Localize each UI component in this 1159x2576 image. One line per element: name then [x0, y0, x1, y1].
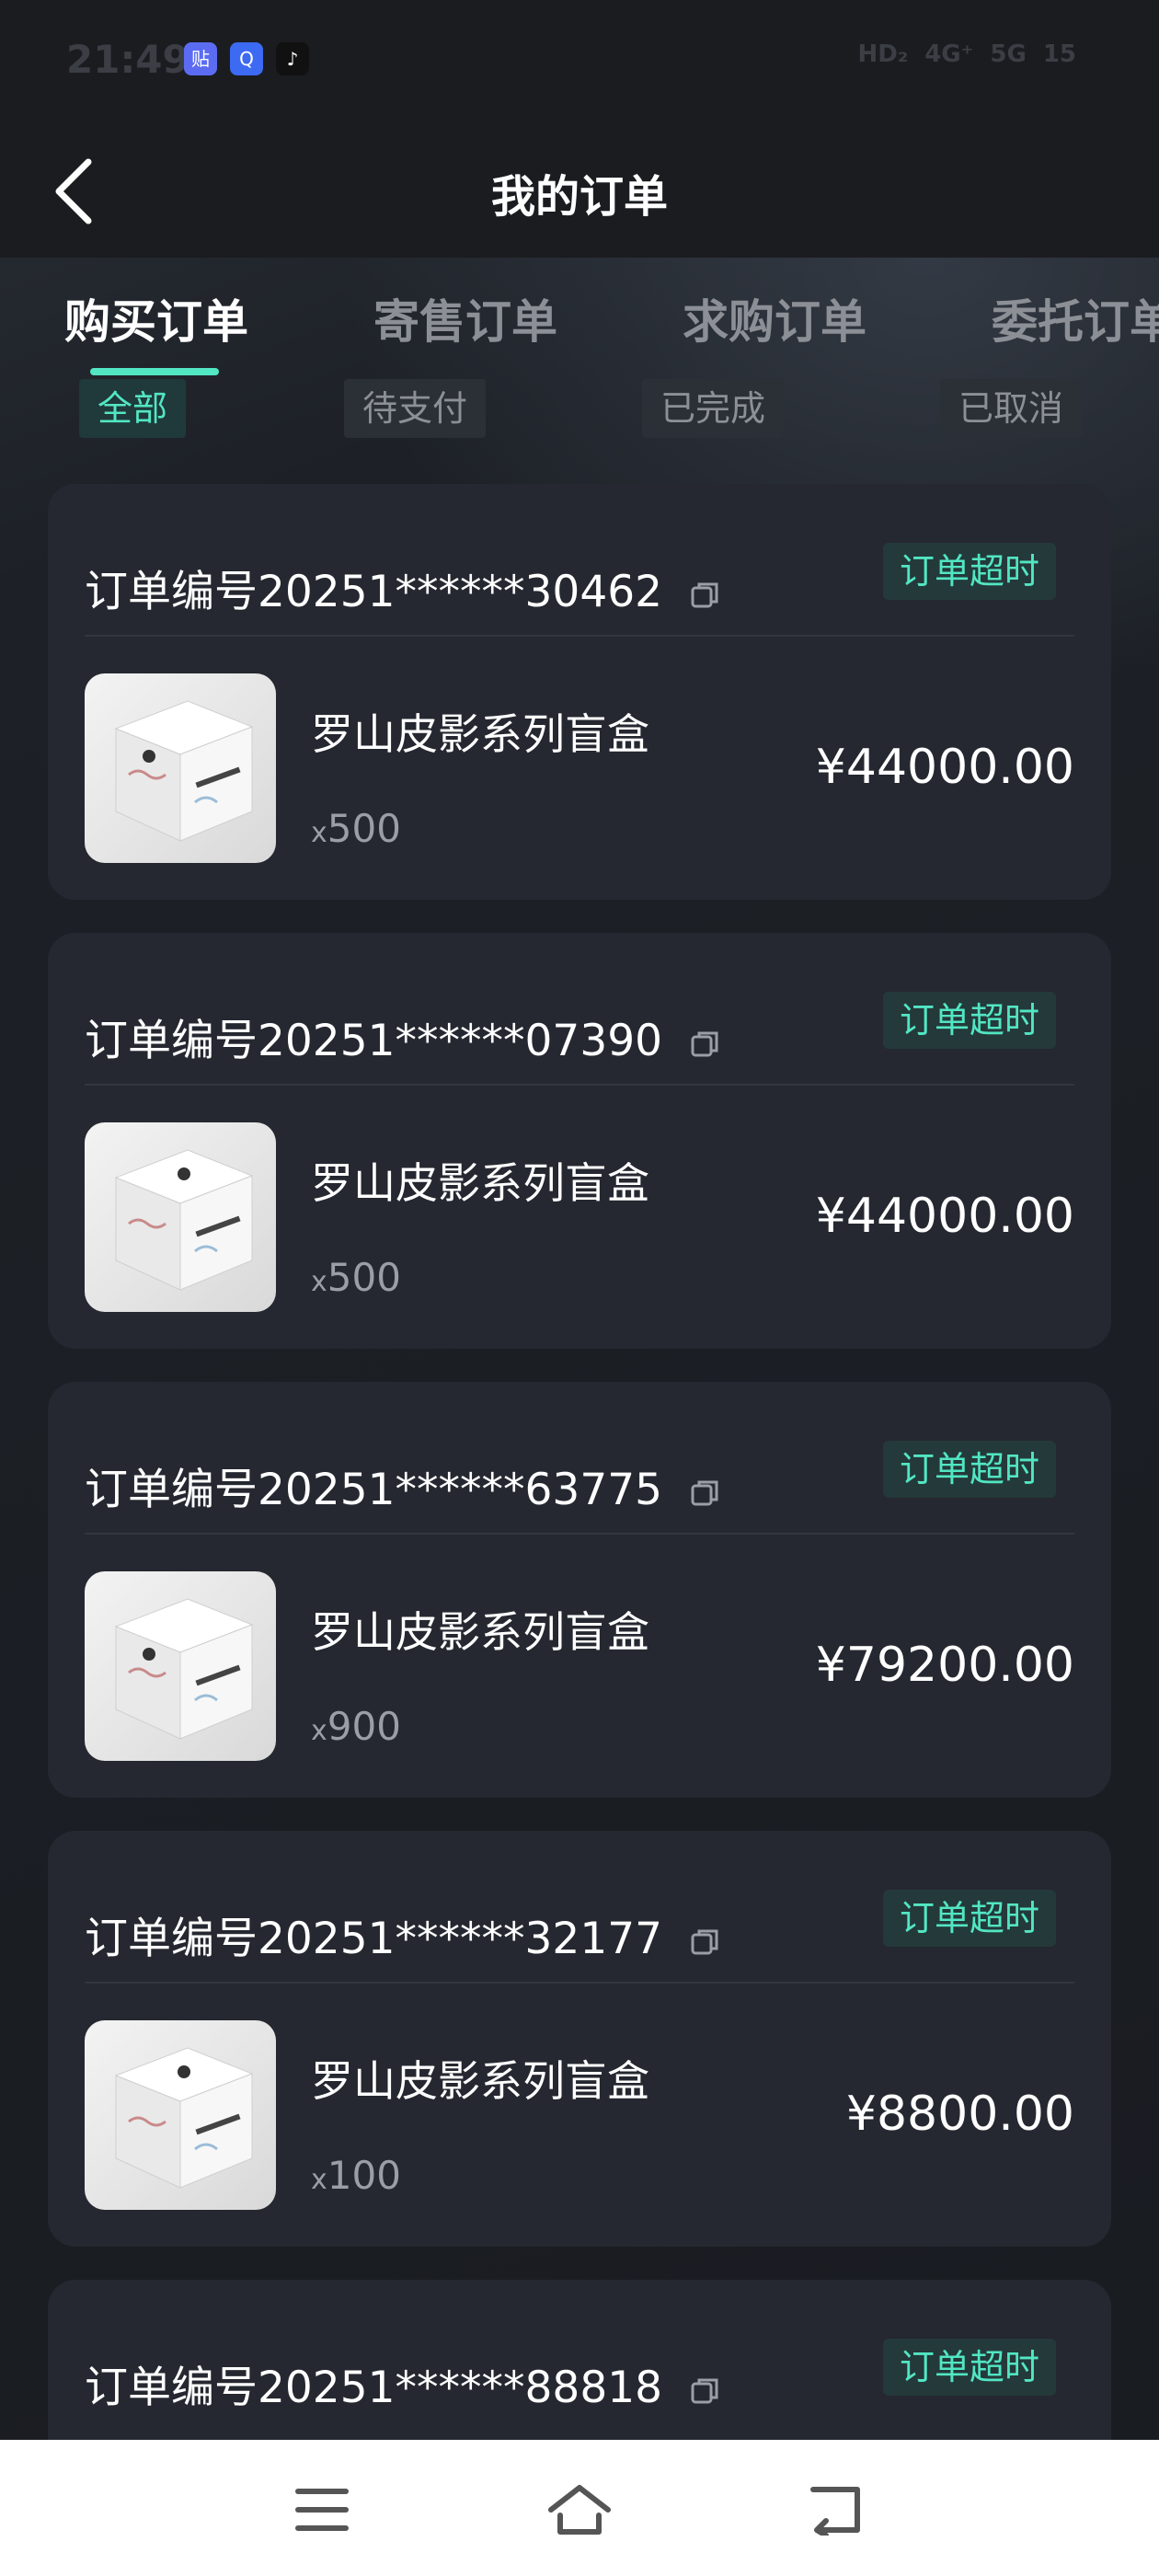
status-bar: 21:49 贴 Q ♪ HD₂ 4G⁺ 5G 15 [0, 0, 1159, 129]
active-tab-indicator [90, 368, 219, 375]
quantity-value: 100 [327, 2153, 401, 2198]
order-number: 订单编号20251******30462 [85, 556, 722, 619]
page-title: 我的订单 [490, 171, 668, 223]
order-number: 订单编号20251******07390 [85, 1005, 722, 1068]
status-badge: 订单超时 [882, 543, 1056, 600]
quantity: x500 [311, 1255, 401, 1300]
status-badge: 订单超时 [882, 992, 1056, 1049]
order-number: 订单编号20251******63775 [85, 1454, 722, 1517]
tab-purchase-orders[interactable]: 购买订单 [64, 285, 248, 351]
status-app-icons: 贴 Q ♪ [184, 42, 309, 75]
menu-icon [295, 2489, 349, 2531]
order-number-text: 订单编号20251******30462 [85, 567, 663, 617]
back-nav-button[interactable] [800, 2473, 874, 2547]
status-filter-tabs: 全部 待支付 已完成 已取消 [0, 379, 1159, 438]
divider [85, 1982, 1074, 1984]
filter-completed[interactable]: 已完成 [642, 379, 785, 438]
price: ¥79200.00 [815, 1638, 1074, 1693]
filter-cancelled[interactable]: 已取消 [940, 379, 1083, 438]
order-number-text: 订单编号20251******88818 [85, 2363, 663, 2413]
system-navigation-bar [0, 2440, 1159, 2576]
quantity-prefix: x [311, 1715, 327, 1747]
quantity-value: 500 [327, 806, 401, 851]
tab-commission-orders[interactable]: 委托订单 [992, 285, 1159, 351]
header: 我的订单 [0, 129, 1159, 258]
order-card[interactable]: 订单编号20251******30462 订单超时 罗山皮影系列盲盒 x500 … [48, 484, 1111, 900]
tab-wanted-orders[interactable]: 求购订单 [683, 285, 866, 351]
copy-icon[interactable] [689, 1477, 722, 1510]
copy-icon[interactable] [689, 579, 722, 612]
order-type-tabs: 购买订单 寄售订单 求购订单 委托订单 [0, 276, 1159, 377]
status-badge: 订单超时 [882, 1890, 1056, 1947]
product-name: 罗山皮影系列盲盒 [311, 1607, 649, 1657]
order-number: 订单编号20251******88818 [85, 2352, 722, 2415]
copy-icon[interactable] [689, 2375, 722, 2408]
copy-icon[interactable] [689, 1028, 722, 1061]
product-name: 罗山皮影系列盲盒 [311, 2056, 649, 2106]
5g-signal-icon: 5G [990, 40, 1027, 68]
product-thumbnail [85, 1122, 276, 1312]
qq-icon: Q [230, 42, 263, 75]
quantity: x900 [311, 1704, 401, 1749]
product-name: 罗山皮影系列盲盒 [311, 709, 649, 759]
quantity-value: 500 [327, 1255, 401, 1300]
quantity-prefix: x [311, 1266, 327, 1298]
order-number-text: 订单编号20251******32177 [85, 1914, 663, 1964]
product-thumbnail [85, 1571, 276, 1761]
price: ¥44000.00 [815, 740, 1074, 795]
tab-consignment-orders[interactable]: 寄售订单 [373, 285, 557, 351]
quantity-prefix: x [311, 2164, 327, 2196]
order-card[interactable]: 订单编号20251******07390 订单超时 罗山皮影系列盲盒 x500 … [48, 933, 1111, 1349]
filter-all[interactable]: 全部 [79, 379, 187, 438]
tieba-icon: 贴 [184, 42, 217, 75]
4g-signal-icon: 4G⁺ [924, 40, 974, 68]
quantity-value: 900 [327, 1704, 401, 1749]
status-badge: 订单超时 [882, 1441, 1056, 1498]
order-card[interactable]: 订单编号20251******88818 订单超时 [48, 2280, 1111, 2440]
home-button[interactable] [543, 2473, 616, 2547]
product-thumbnail [85, 673, 276, 863]
order-card[interactable]: 订单编号20251******63775 订单超时 罗山皮影系列盲盒 x900 … [48, 1382, 1111, 1798]
menu-button[interactable] [285, 2473, 359, 2547]
quantity-prefix: x [311, 817, 327, 849]
battery-level: 15 [1042, 40, 1076, 68]
price: ¥44000.00 [815, 1189, 1074, 1244]
order-card[interactable]: 订单编号20251******32177 订单超时 罗山皮影系列盲盒 x100 … [48, 1831, 1111, 2247]
product-thumbnail [85, 2020, 276, 2210]
divider [85, 1084, 1074, 1086]
status-badge: 订单超时 [882, 2339, 1056, 2396]
divider [85, 1533, 1074, 1535]
divider [85, 635, 1074, 637]
order-number-text: 订单编号20251******07390 [85, 1016, 663, 1066]
home-icon [548, 2485, 611, 2535]
status-indicators: HD₂ 4G⁺ 5G 15 [857, 40, 1076, 68]
order-number-text: 订单编号20251******63775 [85, 1465, 663, 1515]
status-time: 21:49 [66, 37, 189, 82]
order-number: 订单编号20251******32177 [85, 1903, 722, 1966]
product-name: 罗山皮影系列盲盒 [311, 1158, 649, 1208]
hd-indicator: HD₂ [857, 40, 909, 68]
price: ¥8800.00 [845, 2087, 1074, 2142]
quantity: x100 [311, 2153, 401, 2198]
copy-icon[interactable] [689, 1926, 722, 1959]
quantity: x500 [311, 806, 401, 851]
filter-pending-payment[interactable]: 待支付 [344, 379, 487, 438]
back-icon [810, 2487, 860, 2536]
music-icon: ♪ [276, 42, 309, 75]
